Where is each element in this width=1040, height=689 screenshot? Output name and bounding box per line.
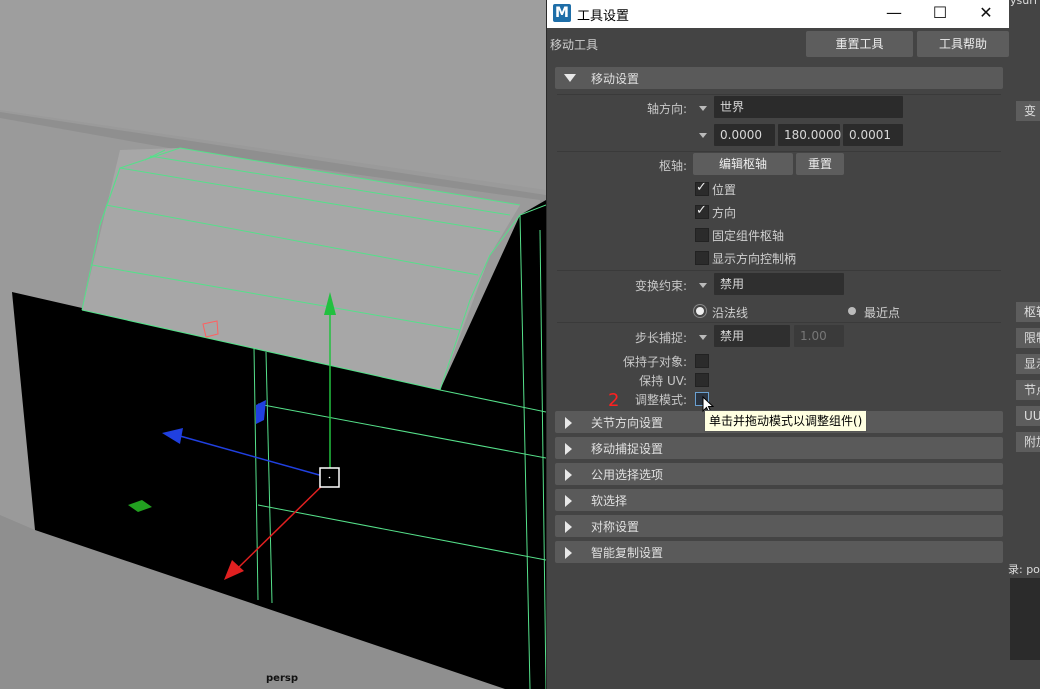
bg-tab-4[interactable]: 节点	[1016, 380, 1040, 400]
tool-settings-window: M 工具设置 — ☐ ✕ 移动工具 重置工具 工具帮助 移动设置 轴方向: 世界…	[546, 0, 1009, 689]
rotate-z-field[interactable]: 0.0001	[843, 124, 903, 146]
bg-tab-5[interactable]: UU	[1016, 406, 1040, 426]
reset-tool-button[interactable]: 重置工具	[806, 31, 913, 57]
bg-tab-2[interactable]: 限制	[1016, 328, 1040, 348]
axis-orient-dropdown[interactable]: 世界	[714, 96, 903, 118]
preserve-uv-checkbox[interactable]	[695, 373, 709, 387]
expand-triangle-icon	[565, 443, 572, 455]
title-bar[interactable]: M 工具设置 — ☐ ✕	[547, 0, 1009, 28]
edit-pivot-button[interactable]: 编辑枢轴	[693, 153, 793, 175]
divider	[557, 94, 1001, 95]
section-soft-selection[interactable]: 软选择	[555, 489, 1003, 511]
maya-app-icon: M	[553, 4, 571, 22]
window-title: 工具设置	[577, 9, 630, 24]
background-attribute-panel: ysurf 变 枢轴 限制 显示 节点 UU 附加 录: po	[1008, 0, 1040, 689]
rotation-dropdown-arrow-icon[interactable]	[699, 133, 707, 138]
orientation-checkbox[interactable]	[695, 203, 709, 219]
pivot-label: 枢轴:	[658, 159, 687, 173]
annotation-number: 2	[608, 390, 620, 411]
section-common-selection-options[interactable]: 公用选择选项	[555, 463, 1003, 485]
divider	[557, 270, 1001, 271]
expand-triangle-icon	[565, 521, 572, 533]
preserve-children-label: 保持子对象:	[622, 355, 687, 369]
position-label: 位置	[712, 183, 737, 197]
reset-pivot-button[interactable]: 重置	[796, 153, 844, 175]
dropdown-arrow-icon[interactable]	[699, 106, 707, 111]
orientation-label: 方向	[712, 206, 737, 220]
show-orient-handle-checkbox[interactable]	[695, 251, 709, 265]
minimize-icon: —	[886, 3, 902, 22]
section-label: 关节方向设置	[591, 416, 664, 430]
preserve-children-checkbox[interactable]	[695, 354, 709, 368]
viewport-scene[interactable]	[0, 0, 546, 689]
tool-help-button[interactable]: 工具帮助	[917, 31, 1009, 57]
close-icon: ✕	[979, 3, 993, 22]
close-button[interactable]: ✕	[963, 0, 1009, 28]
divider	[557, 151, 1001, 152]
show-orient-handle-label: 显示方向控制柄	[712, 252, 797, 266]
background-title-text: ysurf	[1010, 0, 1038, 7]
section-smart-duplicate-settings[interactable]: 智能复制设置	[555, 541, 1003, 563]
bg-bottom-label: 录: po	[1008, 563, 1040, 576]
perspective-viewport[interactable]: persp	[0, 0, 546, 689]
section-label: 软选择	[591, 494, 628, 508]
expand-triangle-icon	[565, 417, 572, 429]
section-move-snap-settings[interactable]: 移动捕捉设置	[555, 437, 1003, 459]
rotate-x-field[interactable]: 0.0000	[714, 124, 775, 146]
along-normal-radio[interactable]	[696, 307, 704, 315]
section-move-settings[interactable]: 移动设置	[555, 67, 1003, 89]
section-symmetry-settings[interactable]: 对称设置	[555, 515, 1003, 537]
bg-tab-3[interactable]: 显示	[1016, 354, 1040, 374]
section-label: 智能复制设置	[591, 546, 664, 560]
transform-constraint-dropdown[interactable]: 禁用	[714, 273, 844, 295]
dropdown-arrow-icon[interactable]	[699, 283, 707, 288]
closest-point-label: 最近点	[864, 306, 901, 320]
bg-tab-6[interactable]: 附加	[1016, 432, 1040, 452]
pin-component-pivot-label: 固定组件枢轴	[712, 229, 785, 243]
transform-constraint-label: 变换约束:	[634, 279, 687, 293]
divider	[557, 322, 1001, 323]
maximize-button[interactable]: ☐	[917, 0, 963, 28]
section-label: 移动设置	[591, 72, 640, 86]
tool-name-label: 移动工具	[550, 38, 599, 52]
bg-tab-0[interactable]: 变	[1016, 101, 1040, 121]
position-checkbox[interactable]	[695, 180, 709, 196]
tweak-mode-tooltip: 单击并拖动模式以调整组件()	[704, 410, 868, 432]
section-label: 移动捕捉设置	[591, 442, 664, 456]
preserve-uv-label: 保持 UV:	[639, 374, 687, 388]
section-label: 对称设置	[591, 520, 640, 534]
axis-orient-label: 轴方向:	[646, 102, 687, 116]
step-snap-dropdown[interactable]: 禁用	[714, 325, 790, 347]
expand-triangle-icon	[565, 495, 572, 507]
dropdown-arrow-icon[interactable]	[699, 335, 707, 340]
step-snap-amount-field[interactable]: 1.00	[794, 325, 844, 347]
maximize-icon: ☐	[932, 3, 948, 22]
rotate-y-field[interactable]: 180.0000	[778, 124, 841, 146]
bg-tab-1[interactable]: 枢轴	[1016, 302, 1040, 322]
expand-triangle-icon	[565, 469, 572, 481]
bg-bottom-box	[1010, 578, 1040, 660]
step-snap-label: 步长捕捉:	[634, 331, 687, 345]
expand-triangle-icon	[565, 547, 572, 559]
pin-component-pivot-checkbox[interactable]	[695, 228, 709, 242]
minimize-button[interactable]: —	[871, 0, 917, 28]
camera-label: persp	[266, 673, 298, 684]
closest-point-radio[interactable]	[848, 307, 856, 315]
tweak-mode-label: 调整模式:	[634, 393, 687, 407]
section-label: 公用选择选项	[591, 468, 664, 482]
along-normal-label: 沿法线	[712, 306, 749, 320]
collapse-triangle-icon	[564, 74, 576, 82]
